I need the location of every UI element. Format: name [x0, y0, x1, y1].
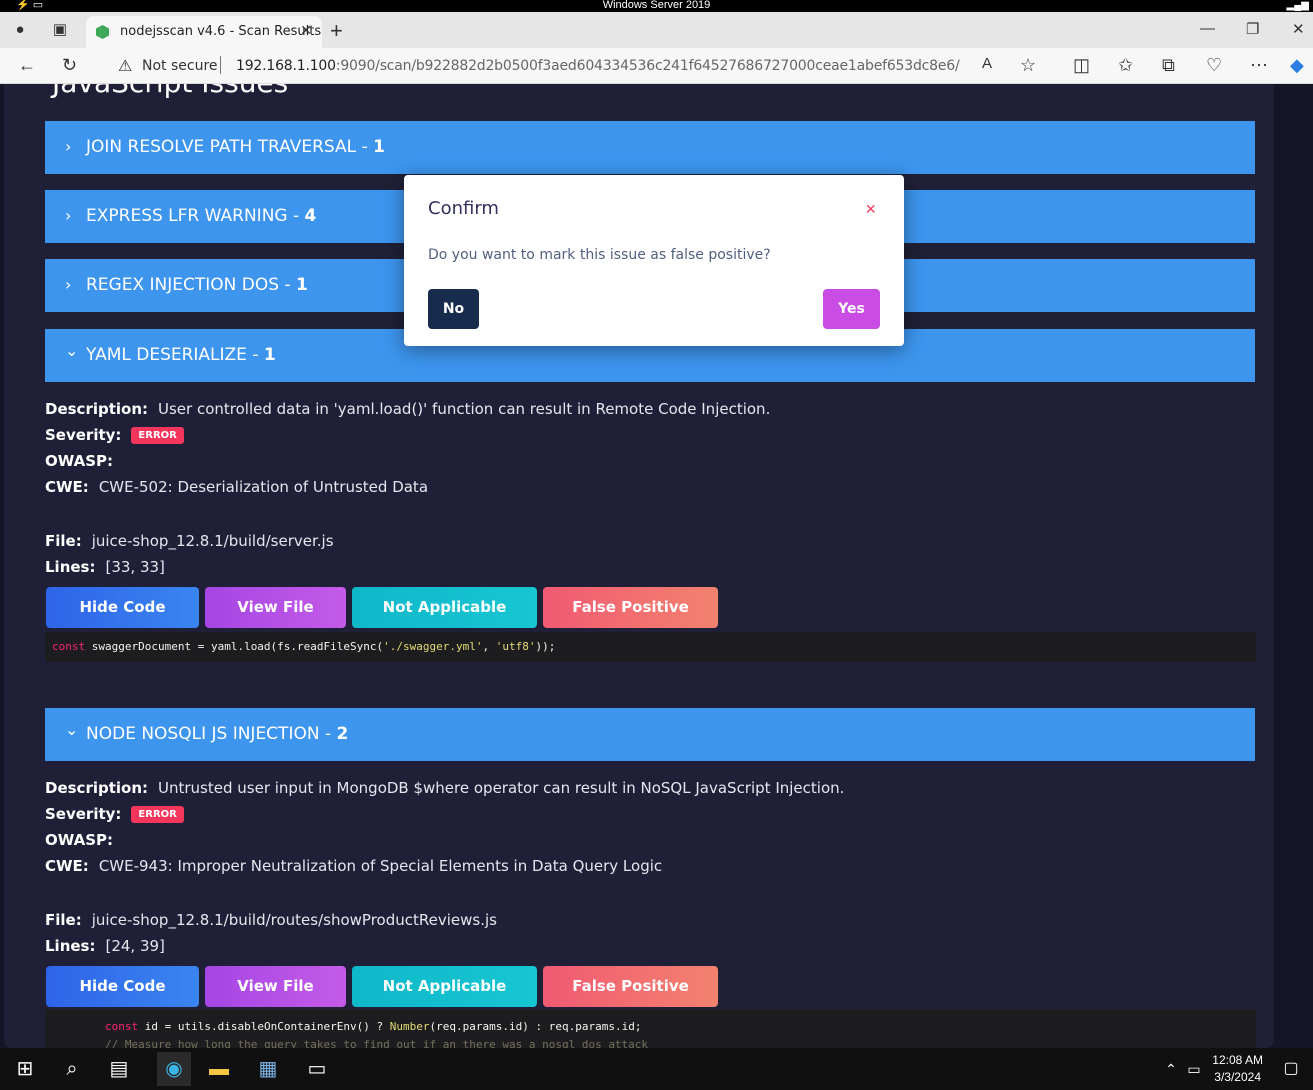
remote-session-bar: ⚡ ▭ Windows Server 2019 ▂▄▆	[0, 0, 1313, 12]
accordion-label: EXPRESS LFR WARNING - 4	[86, 206, 317, 226]
restore-icon[interactable]: ❐	[1246, 20, 1259, 38]
navigation-bar: ← ↻ ⚠ Not secure 192.168.1.100:9090/scan…	[0, 48, 1313, 84]
chevron-right-icon: ›	[65, 206, 72, 225]
issue1-lines: Lines: [33, 33]	[45, 558, 165, 576]
hide-code-button[interactable]: Hide Code	[46, 587, 199, 628]
file-explorer-icon[interactable]: ▬	[206, 1056, 232, 1082]
signal-icon: ▂▄▆	[1286, 0, 1309, 11]
search-icon[interactable]: ⌕	[59, 1056, 85, 1082]
accordion-label: REGEX INJECTION DOS - 1	[86, 275, 308, 295]
chevron-down-icon: ⌄	[65, 720, 79, 739]
refresh-icon[interactable]: ↻	[62, 55, 77, 76]
no-button[interactable]: No	[428, 289, 479, 329]
hide-code-button[interactable]: Hide Code	[46, 966, 199, 1007]
dialog-message: Do you want to mark this issue as false …	[428, 247, 771, 263]
accordion-label: JOIN RESOLVE PATH TRAVERSAL - 1	[86, 137, 385, 157]
back-icon[interactable]: ←	[18, 55, 36, 76]
browser-window: ● ▣ nodejsscan v4.6 - Scan Results ✕ + —…	[0, 12, 1313, 1048]
split-screen-icon[interactable]: ◫	[1073, 55, 1090, 76]
view-file-button[interactable]: View File	[205, 587, 346, 628]
code-snippet: const swaggerDocument = yaml.load(fs.rea…	[45, 632, 1256, 662]
server-manager-icon[interactable]: ▦	[255, 1056, 281, 1082]
page-content: JavaScript Issues › JOIN RESOLVE PATH TR…	[0, 84, 1313, 1048]
issue1-cwe: CWE: CWE-502: Deserialization of Untruste…	[45, 478, 429, 496]
task-view-icon[interactable]: ▤	[106, 1056, 132, 1082]
windows-taskbar: ⊞ ⌕ ▤ ◉ ▬ ▦ ▭ ⌃ ▭ 12:08 AM 3/3/2024 ▢	[0, 1048, 1313, 1090]
chevron-right-icon: ›	[65, 275, 72, 294]
close-icon[interactable]: ×	[865, 199, 876, 220]
collections-icon[interactable]: ⧉	[1162, 55, 1175, 76]
issue2-file: File: juice-shop_12.8.1/build/routes/show…	[45, 911, 497, 929]
issue2-description: Description: Untrusted user input in Mong…	[45, 779, 845, 797]
severity-badge: ERROR	[131, 806, 184, 823]
copilot-icon[interactable]: ◆	[1290, 55, 1304, 76]
notifications-icon[interactable]: ▢	[1278, 1056, 1304, 1082]
yes-button[interactable]: Yes	[823, 289, 880, 329]
close-window-icon[interactable]: ✕	[1292, 20, 1305, 38]
issue2-severity: Severity: ERROR	[45, 805, 184, 823]
accordion-label: YAML DESERIALIZE - 1	[86, 345, 276, 365]
section-title: JavaScript Issues	[52, 84, 288, 99]
view-file-button[interactable]: View File	[205, 966, 346, 1007]
code-snippet: const id = utils.disableOnContainerEnv()…	[45, 1009, 1256, 1048]
false-positive-button[interactable]: False Positive	[543, 587, 718, 628]
not-secure-label: Not secure	[142, 58, 218, 74]
accordion-join-resolve-path-traversal[interactable]: › JOIN RESOLVE PATH TRAVERSAL - 1	[45, 121, 1255, 174]
read-aloud-icon[interactable]: A	[982, 55, 992, 72]
false-positive-button[interactable]: False Positive	[543, 966, 718, 1007]
remote-session-title: Windows Server 2019	[602, 0, 711, 11]
terminal-icon[interactable]: ▭	[304, 1056, 330, 1082]
network-icon[interactable]: ▭	[1181, 1056, 1207, 1082]
not-applicable-button[interactable]: Not Applicable	[352, 587, 537, 628]
issue1-file: File: juice-shop_12.8.1/build/server.js	[45, 532, 334, 550]
close-tab-icon[interactable]: ✕	[300, 22, 312, 39]
address-separator	[220, 56, 221, 74]
start-icon[interactable]: ⊞	[12, 1056, 38, 1082]
clock[interactable]: 12:08 AM 3/3/2024	[1212, 1052, 1263, 1086]
more-options-icon[interactable]: ⋯	[1250, 55, 1268, 76]
favorites-icon[interactable]: ✩	[1118, 55, 1133, 76]
url-text: 192.168.1.100:9090/scan/b922882d2b0500f3…	[236, 58, 960, 74]
issue1-description: Description: User controlled data in 'yam…	[45, 400, 771, 418]
chevron-right-icon: ›	[65, 137, 72, 156]
tab-strip: ● ▣ nodejsscan v4.6 - Scan Results ✕ + —…	[0, 12, 1313, 48]
browser-tab[interactable]: nodejsscan v4.6 - Scan Results ✕	[86, 16, 322, 48]
minimize-icon[interactable]: —	[1200, 20, 1215, 37]
edge-icon[interactable]: ◉	[157, 1052, 191, 1086]
issue2-owasp: OWASP:	[45, 831, 114, 849]
tab-title: nodejsscan v4.6 - Scan Results	[120, 24, 322, 39]
severity-badge: ERROR	[131, 427, 184, 444]
address-bar[interactable]: ⚠ Not secure 192.168.1.100:9090/scan/b92…	[106, 51, 1056, 81]
issue2-lines: Lines: [24, 39]	[45, 937, 165, 955]
chevron-down-icon: ⌄	[65, 341, 79, 360]
favorite-star-icon[interactable]: ☆	[1020, 55, 1036, 76]
tab-actions-icon[interactable]: ▣	[50, 20, 70, 40]
issue1-severity: Severity: ERROR	[45, 426, 184, 444]
new-tab-icon[interactable]: +	[330, 18, 343, 44]
confirm-dialog: Confirm × Do you want to mark this issue…	[404, 175, 904, 346]
warning-icon: ⚠	[118, 58, 133, 75]
dialog-title: Confirm	[428, 198, 499, 219]
accordion-node-nosqli-js-injection[interactable]: ⌄ NODE NOSQLI JS INJECTION - 2	[45, 708, 1255, 761]
extensions-icon[interactable]: ♡	[1206, 55, 1222, 76]
accordion-label: NODE NOSQLI JS INJECTION - 2	[86, 724, 349, 744]
not-applicable-button[interactable]: Not Applicable	[352, 966, 537, 1007]
connection-icon: ⚡ ▭	[16, 0, 44, 11]
issue2-cwe: CWE: CWE-943: Improper Neutralization of …	[45, 857, 663, 875]
issue1-owasp: OWASP:	[45, 452, 114, 470]
nodejs-favicon-icon	[96, 25, 109, 39]
profile-icon[interactable]: ●	[10, 20, 30, 40]
